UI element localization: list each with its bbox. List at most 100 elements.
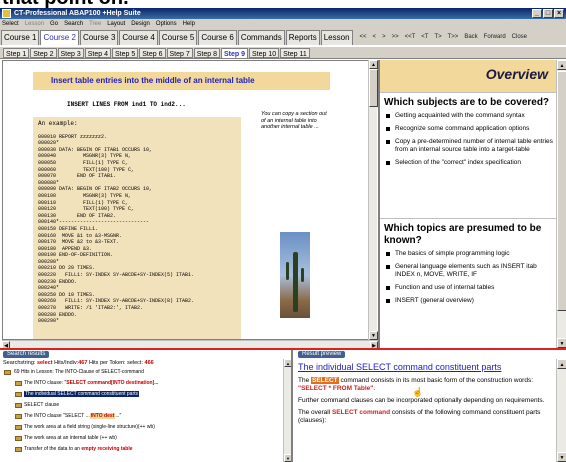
scroll-up-arrow-icon[interactable]: ▲ bbox=[284, 359, 291, 367]
window-title: CT-Professional ABAP100 +Help Suite bbox=[14, 10, 141, 17]
result-paragraph-2: Further command clauses can be incorpora… bbox=[298, 397, 545, 404]
menu-tree[interactable]: Tree bbox=[89, 19, 101, 29]
overview-header: Overview bbox=[380, 60, 556, 92]
nav-prev-button[interactable]: < bbox=[373, 29, 377, 45]
folder-icon bbox=[15, 392, 22, 397]
code-title: INSERT LINES FROM ind1 TO ind2... bbox=[67, 101, 186, 108]
search-result-item[interactable]: SELECT clause bbox=[4, 400, 291, 411]
maximize-button[interactable]: □ bbox=[543, 9, 553, 18]
menu-layout[interactable]: Layout bbox=[107, 19, 125, 29]
code-example: An example: 000010 REPORT zzzzzzz2. 00002… bbox=[33, 117, 241, 339]
overview-vertical-scrollbar[interactable]: ▲ ▼ bbox=[556, 60, 566, 348]
result-vertical-scrollbar[interactable]: ▲ ▼ bbox=[556, 359, 566, 462]
tab-step-4[interactable]: Step 4 bbox=[84, 48, 111, 58]
tab-reports[interactable]: Reports bbox=[285, 30, 320, 45]
result-preview-header: Result preview bbox=[298, 351, 346, 358]
tab-step-7[interactable]: Step 7 bbox=[166, 48, 193, 58]
nav-first-button[interactable]: << bbox=[360, 29, 367, 45]
search-result-item[interactable]: The work area at an internal table (++ w… bbox=[4, 433, 291, 444]
search-results-pane: Search results Searchstring: select Hits… bbox=[0, 350, 293, 462]
nav-next-button[interactable]: > bbox=[382, 29, 386, 45]
tree-root-node[interactable]: 69 Hits in Lesson: The INTO-Clause of SE… bbox=[4, 367, 291, 378]
search-result-item[interactable]: Transfer of the data to an empty receivi… bbox=[4, 444, 291, 455]
nav-topic-first-button[interactable]: <<T bbox=[405, 29, 416, 45]
search-result-item[interactable]: The INTO clause "SELECT ...INTO dest..." bbox=[4, 411, 291, 422]
close-window-button[interactable]: × bbox=[554, 9, 564, 18]
menu-help[interactable]: Help bbox=[183, 19, 195, 29]
lesson-content-pane: Insert table entries into the middle of … bbox=[2, 60, 369, 340]
menu-lesson[interactable]: Lesson bbox=[25, 19, 44, 29]
search-vertical-scrollbar[interactable]: ▲ ▼ bbox=[283, 359, 291, 462]
folder-icon bbox=[4, 370, 11, 375]
tab-course-4[interactable]: Course 4 bbox=[119, 30, 158, 45]
search-result-item[interactable]: The work area at a field string (single-… bbox=[4, 422, 291, 433]
scroll-up-arrow-icon[interactable]: ▲ bbox=[557, 60, 566, 70]
tab-course-5[interactable]: Course 5 bbox=[158, 30, 198, 45]
tab-course-3[interactable]: Course 3 bbox=[79, 30, 119, 45]
code-line: 000010 REPORT zzzzzzz2. bbox=[38, 133, 108, 140]
menu-search[interactable]: Search bbox=[64, 19, 83, 29]
minimize-button[interactable]: _ bbox=[532, 9, 542, 18]
list-item: Selection of the "correct" index specifi… bbox=[386, 159, 554, 167]
nav-last-button[interactable]: >> bbox=[392, 29, 399, 45]
scroll-down-arrow-icon[interactable]: ▼ bbox=[369, 331, 378, 340]
tab-lesson[interactable]: Lesson bbox=[320, 30, 353, 45]
tab-step-5[interactable]: Step 5 bbox=[112, 48, 139, 58]
scroll-thumb[interactable] bbox=[557, 71, 566, 311]
scroll-down-arrow-icon[interactable]: ▼ bbox=[284, 454, 291, 462]
nav-topic-next-button[interactable]: T> bbox=[434, 29, 441, 45]
code-line: 000140*------------------------------ bbox=[38, 219, 150, 226]
code-line: 000260 FILL1: SY-INDEX SY-ABCDE+SY-INDEX… bbox=[38, 298, 195, 305]
code-line: 000190 END-OF-DEFINITION. bbox=[38, 252, 114, 259]
menu-options[interactable]: Options bbox=[156, 19, 177, 29]
nav-topic-last-button[interactable]: T>> bbox=[448, 29, 459, 45]
tab-step-6[interactable]: Step 6 bbox=[139, 48, 166, 58]
code-line: 000290* bbox=[38, 318, 60, 325]
lesson-horizontal-scrollbar[interactable]: ◀ ▶ bbox=[2, 340, 378, 349]
list-item: Recognize some command application optio… bbox=[386, 125, 554, 133]
result-title-link[interactable]: The individual SELECT command constituen… bbox=[295, 359, 566, 373]
back-button[interactable]: Back bbox=[464, 29, 477, 45]
nav-topic-prev-button[interactable]: <T bbox=[421, 29, 428, 45]
menu-select[interactable]: Select bbox=[2, 19, 19, 29]
code-line: 000240* bbox=[38, 285, 60, 292]
scroll-up-arrow-icon[interactable]: ▲ bbox=[369, 60, 378, 69]
hits-count: 467 bbox=[78, 360, 88, 366]
search-result-item[interactable]: The individual SELECT command constituen… bbox=[4, 389, 291, 400]
tab-step-11[interactable]: Step 11 bbox=[280, 48, 310, 58]
scroll-thumb[interactable] bbox=[369, 69, 378, 107]
close-button[interactable]: Close bbox=[512, 29, 527, 45]
code-line: 000100 MSGNR(3) TYPE N, bbox=[38, 192, 132, 199]
lesson-vertical-scrollbar[interactable]: ▲ ▼ bbox=[368, 60, 378, 340]
menu-go[interactable]: Go bbox=[50, 19, 58, 29]
menu-design[interactable]: Design bbox=[131, 19, 150, 29]
search-result-item[interactable]: The INTO clause: "SELECT command[INTO de… bbox=[4, 378, 291, 389]
top-fragment-text: that point on. bbox=[2, 0, 129, 8]
scroll-down-arrow-icon[interactable]: ▼ bbox=[557, 452, 566, 462]
search-summary: Searchstring: select Hits/Indiv:467 Hits… bbox=[3, 360, 154, 366]
tab-step-1[interactable]: Step 1 bbox=[3, 48, 30, 58]
tab-course-2[interactable]: Course 2 bbox=[40, 30, 79, 45]
overview-title: Overview bbox=[485, 66, 548, 82]
search-results-header: Search results bbox=[3, 351, 50, 358]
course-tab-bar: Course 1 Course 2 Course 3 Course 4 Cour… bbox=[0, 29, 566, 45]
code-line: 000080* bbox=[38, 179, 60, 186]
window-title-bar: CT-Professional ABAP100 +Help Suite _ □ … bbox=[0, 8, 566, 19]
tab-step-8[interactable]: Step 8 bbox=[193, 48, 220, 58]
scroll-down-arrow-icon[interactable]: ▼ bbox=[557, 338, 566, 348]
tab-course-6[interactable]: Course 6 bbox=[198, 30, 237, 45]
tab-step-9[interactable]: Step 9 bbox=[221, 48, 249, 58]
list-item: Copy a pre-determined number of internal… bbox=[386, 138, 554, 154]
scroll-up-arrow-icon[interactable]: ▲ bbox=[557, 359, 566, 369]
tab-step-10[interactable]: Step 10 bbox=[249, 48, 280, 58]
forward-button[interactable]: Forward bbox=[484, 29, 506, 45]
code-line: 000120 TEXT(100) TYPE C, bbox=[38, 206, 135, 213]
tab-step-3[interactable]: Step 3 bbox=[57, 48, 84, 58]
tab-course-1[interactable]: Course 1 bbox=[1, 30, 40, 45]
tab-step-2[interactable]: Step 2 bbox=[30, 48, 57, 58]
tab-commands[interactable]: Commands bbox=[237, 30, 285, 45]
folder-icon bbox=[15, 381, 22, 386]
list-item: Getting acquainted with the command synt… bbox=[386, 112, 554, 120]
folder-icon bbox=[15, 425, 22, 430]
overview-pane: Overview Which subjects are to be covere… bbox=[378, 60, 556, 348]
